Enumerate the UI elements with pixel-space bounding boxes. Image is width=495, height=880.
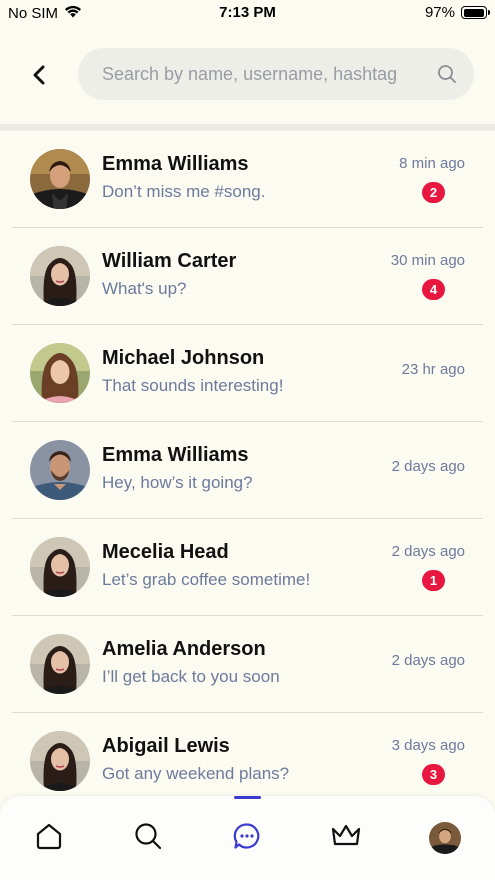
nav-messages[interactable] (227, 818, 267, 858)
status-right: 97% (424, 4, 490, 21)
chat-row[interactable]: Amelia Anderson I’ll get back to you soon… (12, 616, 483, 713)
unread-badge: 3 (422, 764, 445, 785)
search-input[interactable] (102, 63, 436, 85)
avatar (30, 440, 90, 500)
avatar (30, 731, 90, 791)
header-divider (0, 124, 495, 131)
message-timestamp: 2 days ago (391, 543, 465, 560)
battery-icon (461, 6, 490, 19)
profile-avatar (429, 822, 461, 854)
unread-badge: 1 (422, 570, 445, 591)
contact-name: Amelia Anderson (102, 638, 266, 660)
chat-row[interactable]: Michael Johnson That sounds interesting! 2… (12, 325, 483, 422)
message-timestamp: 30 min ago (390, 252, 465, 269)
message-timestamp: 2 days ago (391, 458, 465, 475)
message-timestamp: 8 min ago (399, 155, 465, 172)
message-timestamp: 2 days ago (391, 652, 465, 669)
nav-premium[interactable] (326, 818, 366, 858)
active-tab-indicator (234, 796, 261, 799)
contact-name: Michael Johnson (102, 347, 265, 369)
unread-badge: 4 (422, 279, 445, 300)
contact-name: William Carter (102, 250, 237, 272)
bottom-nav (0, 796, 495, 880)
message-preview: What's up? (102, 279, 187, 298)
avatar (30, 634, 90, 694)
chat-list: Emma Williams Don’t miss me #song. 8 min a… (0, 131, 495, 810)
header (0, 26, 495, 124)
message-timestamp: 23 hr ago (401, 361, 465, 378)
avatar (30, 246, 90, 306)
chevron-left-icon (31, 64, 47, 91)
message-timestamp: 3 days ago (391, 737, 465, 754)
chat-row[interactable]: Emma Williams Don’t miss me #song. 8 min a… (12, 131, 483, 228)
chat-row[interactable]: Emma Williams Hey, how’s it going? 2 days … (12, 422, 483, 519)
avatar (30, 343, 90, 403)
contact-name: Emma Williams (102, 153, 249, 175)
message-preview: I’ll get back to you soon (102, 667, 280, 686)
contact-name: Mecelia Head (102, 541, 229, 563)
status-bar: No SIM 7:13 PM 97% (0, 0, 495, 26)
message-preview: Don’t miss me #song. (102, 182, 266, 201)
nav-home[interactable] (29, 818, 69, 858)
search-bar[interactable] (78, 48, 474, 100)
message-preview: Got any weekend plans? (102, 764, 290, 783)
battery-percent: 97% (424, 4, 455, 21)
chat-bubble-icon (232, 821, 262, 856)
search-icon[interactable] (436, 63, 458, 85)
message-preview: That sounds interesting! (102, 376, 284, 395)
chat-row[interactable]: William Carter What's up? 30 min ago 4 (12, 228, 483, 325)
status-time: 7:13 PM (219, 4, 276, 21)
chat-row[interactable]: Mecelia Head Let’s grab coffee sometime! 2… (12, 519, 483, 616)
battery-fill (463, 8, 484, 17)
avatar (30, 149, 90, 209)
crown-icon (330, 821, 362, 856)
search-icon (133, 821, 163, 856)
unread-badge: 2 (422, 182, 445, 203)
contact-name: Abigail Lewis (102, 735, 230, 757)
nav-profile[interactable] (425, 818, 465, 858)
contact-name: Emma Williams (102, 444, 249, 466)
home-icon (34, 821, 64, 856)
message-preview: Let’s grab coffee sometime! (102, 570, 311, 589)
message-preview: Hey, how’s it going? (102, 473, 253, 492)
nav-search[interactable] (128, 818, 168, 858)
avatar (30, 537, 90, 597)
back-button[interactable] (24, 62, 54, 92)
